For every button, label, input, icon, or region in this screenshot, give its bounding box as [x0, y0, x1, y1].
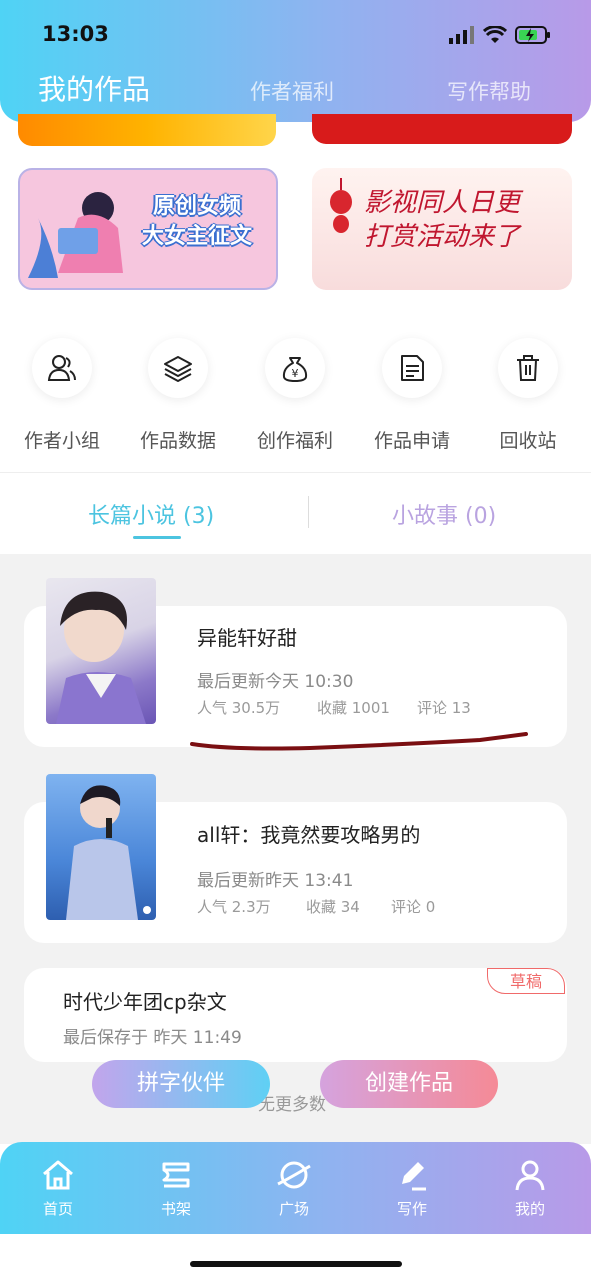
nav-mine[interactable]: 我的: [490, 1158, 570, 1219]
banner-original-female-contest[interactable]: 原创女频 大女主征文: [18, 168, 278, 290]
nav-write[interactable]: 写作: [372, 1158, 452, 1219]
work-comments: 评论 13: [417, 699, 471, 717]
action-work-application[interactable]: 作品申请: [362, 338, 462, 453]
nav-label: 写作: [396, 1200, 427, 1218]
document-icon: [382, 338, 442, 398]
tab-long-novels[interactable]: 长篇小说 (3): [88, 498, 214, 530]
wifi-icon: [483, 26, 507, 43]
action-label: 作品数据: [139, 430, 216, 452]
page-title: 我的作品: [38, 73, 151, 106]
banner-left-line2: 大女主征文: [141, 224, 252, 249]
svg-text:¥: ¥: [292, 367, 299, 380]
nav-label: 首页: [42, 1200, 73, 1218]
home-icon: [43, 1160, 73, 1190]
work-cover-image[interactable]: [46, 578, 156, 724]
work-comments: 评论 0: [391, 898, 436, 916]
signal-icon: [449, 26, 474, 44]
action-recycle-bin[interactable]: 回收站: [478, 338, 578, 453]
layers-icon: [148, 338, 208, 398]
action-label: 作者小组: [23, 430, 100, 452]
trash-icon: [498, 338, 558, 398]
no-more-data-text: 无更多数: [258, 1095, 326, 1115]
cover-portrait: [56, 591, 146, 724]
action-label: 作品申请: [373, 430, 450, 452]
divider: [0, 472, 591, 473]
work-popularity: 人气 2.3万: [197, 898, 271, 916]
home-indicator[interactable]: [190, 1261, 402, 1267]
banner-right-text: 影视同人日更 打赏活动来了: [332, 186, 552, 254]
tab-short-stories[interactable]: 小故事 (0): [392, 498, 496, 530]
work-popularity: 人气 30.5万: [197, 699, 281, 717]
pen-icon: [402, 1162, 426, 1191]
banner-top-right[interactable]: [312, 114, 572, 144]
active-tab-indicator: [133, 536, 181, 539]
tab-writing-help[interactable]: 写作帮助: [447, 76, 531, 106]
work-updated: 最后更新今天 10:30: [197, 672, 354, 692]
banner-right-line2: 打赏活动来了: [363, 222, 520, 252]
banner-left-text: 原创女频 大女主征文: [122, 192, 272, 252]
work-favorites: 收藏 1001: [317, 699, 390, 717]
people-icon: [32, 338, 92, 398]
create-work-button[interactable]: 创建作品: [320, 1060, 498, 1108]
nav-bookshelf[interactable]: 书架: [136, 1158, 216, 1219]
status-time: 13:03: [42, 22, 109, 46]
tab-author-benefits[interactable]: 作者福利: [250, 76, 334, 106]
banner-right-line1: 影视同人日更: [363, 188, 520, 218]
tab-separator: [308, 496, 309, 528]
draft-badge: 草稿: [487, 968, 565, 994]
draft-title[interactable]: 时代少年团cp杂文: [63, 986, 227, 1015]
bookshelf-icon: [162, 1162, 190, 1188]
nav-label: 广场: [278, 1200, 309, 1218]
draft-saved-time: 最后保存于 昨天 11:49: [63, 1028, 242, 1048]
work-title[interactable]: all轩：我竟然要攻略男的: [197, 819, 420, 848]
banner-fanfic-tipping[interactable]: 影视同人日更 打赏活动来了: [312, 168, 572, 290]
banner-top-left[interactable]: [18, 114, 276, 146]
work-title[interactable]: 异能轩好甜: [197, 622, 297, 651]
nav-plaza[interactable]: 广场: [254, 1158, 334, 1219]
action-work-data[interactable]: 作品数据: [128, 338, 228, 453]
nav-label: 书架: [160, 1200, 191, 1218]
work-cover-image[interactable]: [46, 774, 156, 920]
handwritten-underline: [190, 732, 528, 751]
work-updated: 最后更新昨天 13:41: [197, 871, 354, 891]
user-icon: [515, 1160, 545, 1191]
status-icons: [449, 24, 551, 46]
cover-portrait: [66, 785, 151, 920]
action-author-group[interactable]: 作者小组: [12, 338, 112, 453]
nav-home[interactable]: 首页: [18, 1158, 98, 1219]
planet-icon: [277, 1161, 311, 1189]
banner-left-line1: 原创女频: [152, 194, 241, 219]
action-label: 创作福利: [256, 430, 333, 452]
action-label: 回收站: [499, 430, 557, 452]
nav-label: 我的: [514, 1200, 545, 1218]
money-bag-icon: ¥: [265, 338, 325, 398]
pinzi-partner-button[interactable]: 拼字伙伴: [92, 1060, 270, 1108]
work-favorites: 收藏 34: [306, 898, 360, 916]
action-creation-benefits[interactable]: ¥ 创作福利: [245, 338, 345, 453]
battery-icon: [515, 26, 550, 44]
